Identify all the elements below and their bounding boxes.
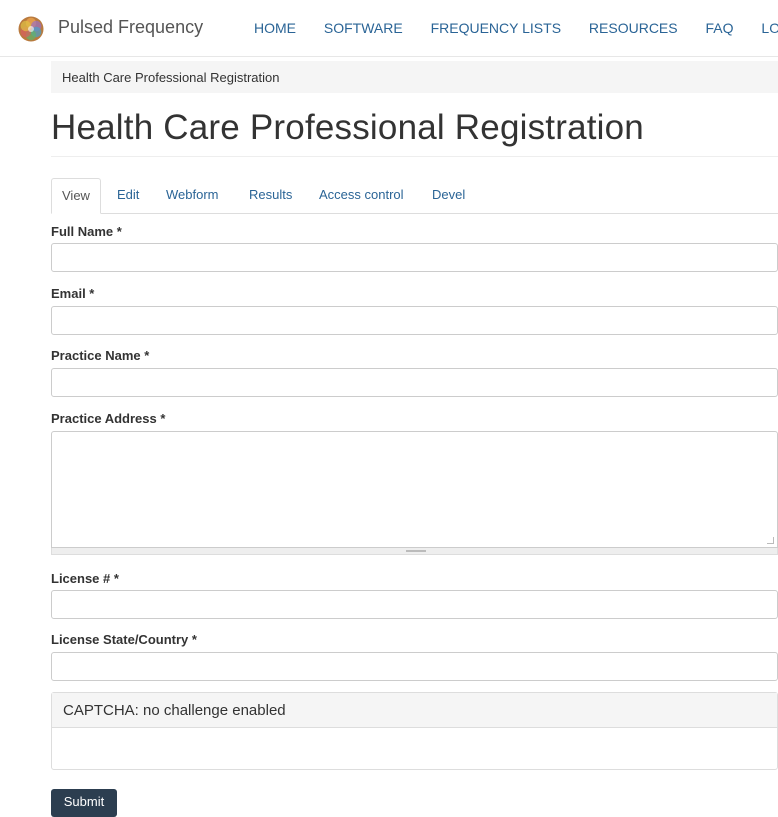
site-brand[interactable]: Pulsed Frequency [58, 17, 203, 38]
nav-home[interactable]: HOME [254, 20, 296, 36]
full-name-field[interactable] [51, 243, 778, 272]
full-name-label: Full Name * [51, 224, 122, 239]
license-state-label: License State/Country * [51, 632, 197, 647]
title-divider [51, 156, 778, 157]
email-label: Email * [51, 286, 95, 301]
nav-logout[interactable]: LOGOUT [761, 20, 778, 36]
practice-address-label: Practice Address * [51, 411, 166, 426]
captcha-heading: CAPTCHA: no challenge enabled [52, 693, 777, 728]
captcha-panel: CAPTCHA: no challenge enabled [51, 692, 778, 770]
resize-corner-icon[interactable] [767, 537, 774, 544]
license-state-field[interactable] [51, 652, 778, 681]
practice-name-field[interactable] [51, 368, 778, 397]
page-title: Health Care Professional Registration [51, 108, 644, 147]
textarea-resize-grip[interactable] [51, 548, 778, 555]
content-tabs: View Edit Webform Results Access control… [51, 178, 778, 214]
license-label: License # * [51, 571, 119, 586]
grip-handle-icon [406, 550, 426, 552]
practice-name-label: Practice Name * [51, 348, 150, 363]
tab-devel[interactable]: Devel [432, 178, 465, 213]
nav-frequency-lists[interactable]: FREQUENCY LISTS [431, 20, 561, 36]
flower-of-life-logo-icon[interactable] [18, 16, 44, 42]
tab-access-control[interactable]: Access control [319, 178, 404, 213]
tab-results[interactable]: Results [249, 178, 292, 213]
nav-resources[interactable]: RESOURCES [589, 20, 678, 36]
practice-address-textarea[interactable] [51, 431, 778, 548]
email-field[interactable] [51, 306, 778, 335]
nav-software[interactable]: SOFTWARE [324, 20, 403, 36]
license-field[interactable] [51, 590, 778, 619]
tab-webform[interactable]: Webform [166, 178, 219, 213]
tab-view[interactable]: View [51, 178, 101, 214]
main-nav: HOME SOFTWARE FREQUENCY LISTS RESOURCES … [254, 20, 778, 36]
top-navbar: Pulsed Frequency HOME SOFTWARE FREQUENCY… [0, 0, 778, 57]
nav-faq[interactable]: FAQ [706, 20, 734, 36]
tab-edit[interactable]: Edit [117, 178, 139, 213]
breadcrumb: Health Care Professional Registration [51, 61, 778, 93]
